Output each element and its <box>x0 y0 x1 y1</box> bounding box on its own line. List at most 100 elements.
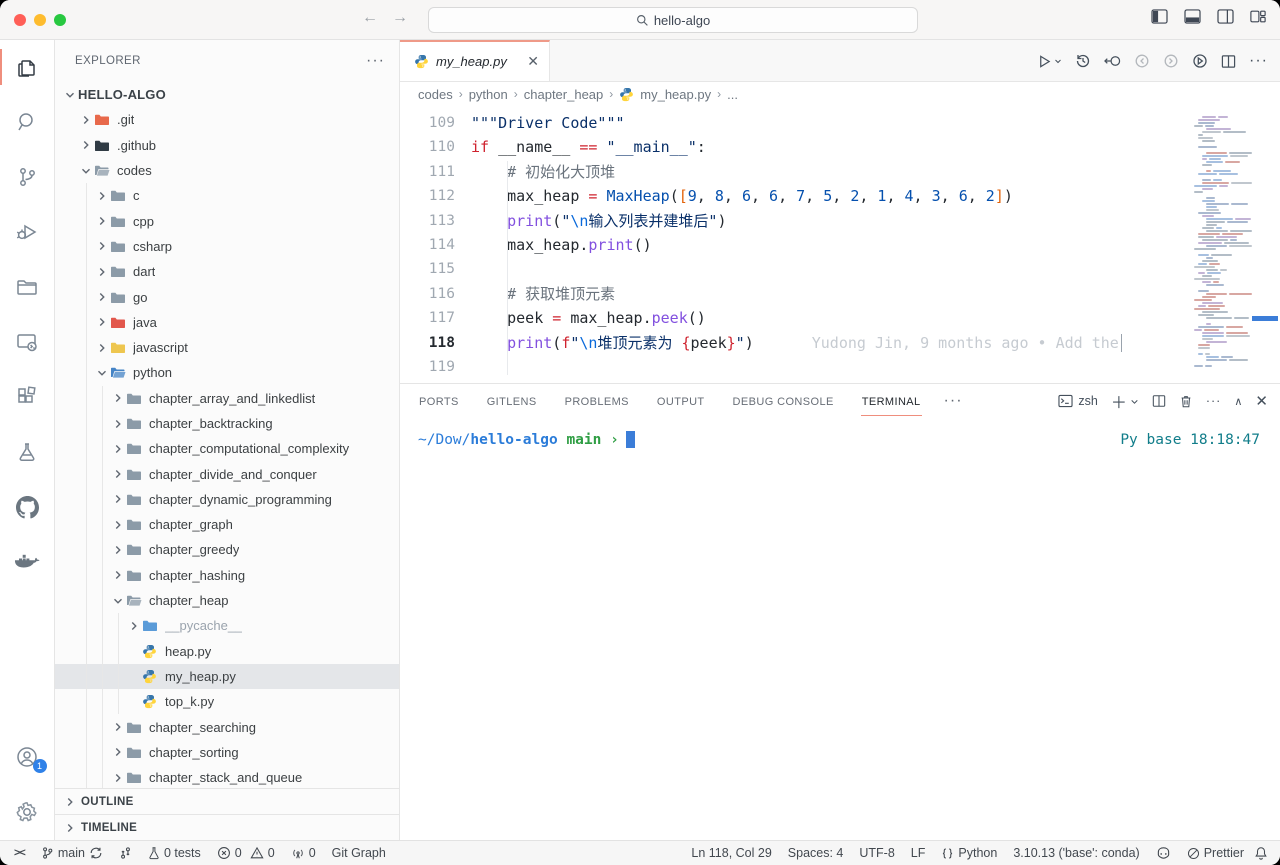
activity-remote-explorer[interactable] <box>0 330 55 354</box>
code-line-119[interactable]: 119 <box>400 355 1280 379</box>
gitlens-compare-indicator[interactable] <box>119 846 132 860</box>
panel-tab-gitlens[interactable]: GITLENS <box>486 387 538 415</box>
activity-docker[interactable] <box>0 550 55 574</box>
customize-layout-icon[interactable] <box>1250 9 1266 24</box>
run-interactive-icon[interactable] <box>1192 53 1208 69</box>
tree-item-chapter-greedy[interactable]: chapter_greedy <box>55 537 399 562</box>
explorer-more-actions-icon[interactable]: ··· <box>366 52 385 70</box>
tree-item-chapter-graph[interactable]: chapter_graph <box>55 512 399 537</box>
new-terminal-button[interactable]: ＋ <box>1111 389 1139 413</box>
tree-item-dart[interactable]: dart <box>55 259 399 284</box>
tree-item-chapter-dynamic-programming[interactable]: chapter_dynamic_programming <box>55 487 399 512</box>
activity-run-debug[interactable] <box>0 220 55 244</box>
tree-item-heap-py[interactable]: heap.py <box>55 639 399 664</box>
tab-close-icon[interactable]: ✕ <box>527 53 539 70</box>
remote-indicator[interactable]: >< <box>14 847 25 859</box>
copilot-indicator[interactable] <box>1156 846 1171 860</box>
branch-indicator[interactable]: main <box>41 846 103 860</box>
toggle-panel-icon[interactable] <box>1184 9 1201 24</box>
nav-forward-button[interactable]: → <box>392 9 408 27</box>
maximize-panel-icon[interactable]: ∧ <box>1234 395 1242 408</box>
tree-item-chapter-stack-and-queue[interactable]: chapter_stack_and_queue <box>55 765 399 788</box>
breadcrumb-item[interactable]: codes <box>418 87 453 102</box>
tree-item-chapter-divide-and-conquer[interactable]: chapter_divide_and_conquer <box>55 461 399 486</box>
activity-github[interactable] <box>0 495 55 519</box>
indentation-indicator[interactable]: Spaces: 4 <box>788 846 844 860</box>
python-interpreter-indicator[interactable]: 3.10.13 ('base': conda) <box>1013 846 1139 860</box>
run-file-button[interactable] <box>1037 54 1062 69</box>
tree-item--pycache-[interactable]: __pycache__ <box>55 613 399 638</box>
command-center-search[interactable]: hello-algo <box>428 7 918 33</box>
tree-item-chapter-hashing[interactable]: chapter_hashing <box>55 563 399 588</box>
activity-explorer[interactable] <box>0 55 55 79</box>
code-line-113[interactable]: 113 print("\n输入列表并建堆后") <box>400 209 1280 233</box>
panel-more-tabs-icon[interactable]: ··· <box>944 392 963 410</box>
activity-source-control[interactable] <box>0 165 55 189</box>
code-line-117[interactable]: 117 peek = max_heap.peek() <box>400 306 1280 330</box>
panel-tab-ports[interactable]: PORTS <box>418 387 460 415</box>
encoding-indicator[interactable]: UTF-8 <box>859 846 894 860</box>
activity-accounts[interactable]: 1 <box>0 745 55 769</box>
tree-item-codes[interactable]: codes <box>55 158 399 183</box>
activity-project-manager[interactable] <box>0 275 55 299</box>
cursor-position-indicator[interactable]: Ln 118, Col 29 <box>691 846 771 860</box>
notifications-indicator[interactable] <box>1254 846 1268 860</box>
panel-tab-debug-console[interactable]: DEBUG CONSOLE <box>732 387 835 415</box>
terminal-shell-chip[interactable]: zsh <box>1058 394 1097 408</box>
activity-search[interactable] <box>0 110 55 134</box>
tab-my-heap[interactable]: my_heap.py ✕ <box>400 40 550 81</box>
tree-item-chapter-backtracking[interactable]: chapter_backtracking <box>55 411 399 436</box>
breadcrumb-item[interactable]: ... <box>727 87 738 102</box>
toggle-sidebar-left-icon[interactable] <box>1151 9 1168 24</box>
code-line-109[interactable]: 109"""Driver Code""" <box>400 111 1280 135</box>
language-mode-indicator[interactable]: Python <box>941 846 997 860</box>
tree-item-java[interactable]: java <box>55 310 399 335</box>
nav-forward-circle-icon[interactable] <box>1163 53 1179 69</box>
timeline-history-icon[interactable] <box>1075 53 1091 69</box>
prettier-indicator[interactable]: Prettier <box>1187 846 1244 860</box>
code-line-114[interactable]: 114 max_heap.print() <box>400 233 1280 257</box>
toggle-sidebar-right-icon[interactable] <box>1217 9 1234 24</box>
activity-settings[interactable] <box>0 800 55 824</box>
timeline-section[interactable]: TIMELINE <box>55 814 399 840</box>
panel-tab-problems[interactable]: PROBLEMS <box>564 387 630 415</box>
tree-item-chapter-computational-complexity[interactable]: chapter_computational_complexity <box>55 436 399 461</box>
terminal-view[interactable]: ~/Dow/hello-algo main › Py base 18:18:47 <box>400 418 1280 840</box>
tree-item-csharp[interactable]: csharp <box>55 234 399 259</box>
panel-tab-output[interactable]: OUTPUT <box>656 387 706 415</box>
split-editor-icon[interactable] <box>1221 54 1236 69</box>
tree-item--git[interactable]: .git <box>55 107 399 132</box>
git-graph-button[interactable]: Git Graph <box>332 846 386 860</box>
tree-item-c[interactable]: c <box>55 183 399 208</box>
split-terminal-icon[interactable] <box>1152 394 1166 408</box>
code-line-110[interactable]: 110if __name__ == "__main__": <box>400 135 1280 159</box>
tree-item-go[interactable]: go <box>55 284 399 309</box>
tree-item-javascript[interactable]: javascript <box>55 335 399 360</box>
eol-indicator[interactable]: LF <box>911 846 926 860</box>
panel-more-actions-icon[interactable]: ··· <box>1206 394 1222 408</box>
activity-extensions[interactable] <box>0 385 55 409</box>
tree-item-python[interactable]: python <box>55 360 399 385</box>
activity-testing[interactable] <box>0 440 55 464</box>
tree-item-cpp[interactable]: cpp <box>55 208 399 233</box>
problems-indicator[interactable]: 0 0 <box>217 846 275 860</box>
tree-item--github[interactable]: .github <box>55 133 399 158</box>
close-panel-icon[interactable]: ✕ <box>1255 392 1268 410</box>
open-changes-icon[interactable] <box>1104 53 1121 69</box>
code-line-112[interactable]: 112 max_heap = MaxHeap([9, 8, 6, 6, 7, 5… <box>400 184 1280 208</box>
code-line-115[interactable]: 115 <box>400 257 1280 281</box>
minimize-window-button[interactable] <box>34 14 46 26</box>
tree-item-chapter-array-and-linkedlist[interactable]: chapter_array_and_linkedlist <box>55 386 399 411</box>
code-line-116[interactable]: 116 # 获取堆顶元素 <box>400 282 1280 306</box>
code-line-118[interactable]: 118 print(f"\n堆顶元素为 {peek}")Yudong Jin, … <box>400 331 1280 355</box>
tree-item-chapter-searching[interactable]: chapter_searching <box>55 714 399 739</box>
close-window-button[interactable] <box>14 14 26 26</box>
breadcrumb-item[interactable]: my_heap.py <box>640 87 711 102</box>
tree-item-top-k-py[interactable]: top_k.py <box>55 689 399 714</box>
code-line-111[interactable]: 111 # 初始化大顶堆 <box>400 160 1280 184</box>
nav-back-button[interactable]: ← <box>362 9 378 27</box>
tree-item-my-heap-py[interactable]: my_heap.py <box>55 664 399 689</box>
nav-back-circle-icon[interactable] <box>1134 53 1150 69</box>
minimap[interactable] <box>1194 110 1252 375</box>
maximize-window-button[interactable] <box>54 14 66 26</box>
